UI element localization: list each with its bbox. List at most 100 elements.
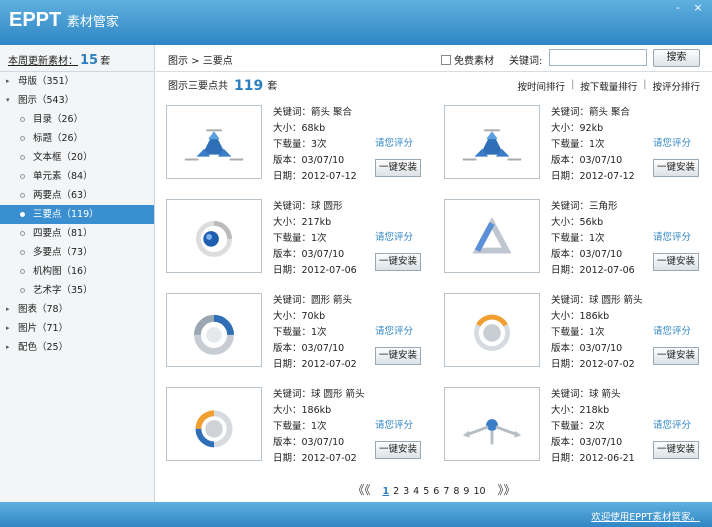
- card-downloads: 下载量：1次: [273, 421, 327, 432]
- thumbnail-image[interactable]: [444, 387, 540, 461]
- card-keywords: 关键词：球 箭头: [551, 389, 621, 400]
- sidebar-item[interactable]: 目录（26）: [0, 110, 154, 129]
- weekly-update-unit: 套: [100, 56, 111, 67]
- thumbnail-image[interactable]: [166, 105, 262, 179]
- card-version: 版本：03/07/10: [273, 343, 345, 354]
- material-card: 关键词：球 圆形 大小：217kb 下载量：1次 版本：03/07/10 日期：2012…: [166, 199, 436, 279]
- rate-link[interactable]: 请您评分: [375, 229, 413, 243]
- prev-page-button[interactable]: 《《: [352, 483, 370, 497]
- card-size: 大小：186kb: [551, 311, 610, 322]
- install-button[interactable]: 一键安装: [375, 441, 421, 459]
- install-button[interactable]: 一键安装: [375, 347, 421, 365]
- rate-link[interactable]: 请您评分: [375, 135, 413, 149]
- install-button[interactable]: 一键安装: [375, 159, 421, 177]
- collapsed-arrow-icon[interactable]: ▸: [6, 338, 10, 357]
- breadcrumb: 图示 > 三要点: [168, 56, 233, 67]
- rate-link[interactable]: 请您评分: [653, 135, 691, 149]
- rate-link[interactable]: 请您评分: [375, 323, 413, 337]
- thumbnail-image[interactable]: [166, 199, 262, 273]
- collapsed-arrow-icon[interactable]: ▸: [6, 300, 10, 319]
- keyword-label: 关键词:: [509, 56, 543, 67]
- thumbnail-image[interactable]: [166, 387, 262, 461]
- result-count: 119: [234, 78, 264, 94]
- page-link[interactable]: 9: [463, 486, 469, 497]
- sidebar-item[interactable]: ▸ 图表（78）: [0, 300, 154, 319]
- collapsed-arrow-icon[interactable]: ▸: [6, 72, 10, 91]
- sort-by-downloads[interactable]: 按下载量排行: [580, 79, 637, 93]
- page-link[interactable]: 4: [413, 486, 419, 497]
- sidebar-item[interactable]: ▸ 配色（25）: [0, 338, 154, 357]
- page-link[interactable]: 1: [382, 486, 389, 497]
- page-link[interactable]: 3: [403, 486, 409, 497]
- sidebar-item[interactable]: 标题（26）: [0, 129, 154, 148]
- sidebar-item[interactable]: 单元素（84）: [0, 167, 154, 186]
- free-filter[interactable]: 免费素材: [441, 52, 494, 67]
- page-link[interactable]: 10: [473, 486, 485, 497]
- close-button[interactable]: ×: [688, 0, 708, 16]
- install-button[interactable]: 一键安装: [653, 253, 699, 271]
- sidebar-item[interactable]: ▾ 图示（543）: [0, 91, 154, 110]
- card-keywords: 关键词：球 圆形 箭头: [551, 295, 643, 306]
- summary-prefix: 图示三要点共: [168, 81, 228, 92]
- page-link[interactable]: 2: [393, 486, 399, 497]
- weekly-update-link[interactable]: 本周更新素材：: [8, 56, 78, 67]
- sidebar-item-label: 母版（351）: [18, 76, 75, 87]
- install-button[interactable]: 一键安装: [653, 159, 699, 177]
- sidebar: 本周更新素材： 15 套 ▸ 母版（351） ▾ 图示（543） 目录（26） 标题（26） 文…: [0, 45, 155, 502]
- sidebar-item[interactable]: 机构图（16）: [0, 262, 154, 281]
- sidebar-item[interactable]: 艺术字（35）: [0, 281, 154, 300]
- app-title: EPPT 素材管家: [9, 9, 119, 31]
- page-link[interactable]: 7: [443, 486, 449, 497]
- bullet-icon: [20, 136, 25, 141]
- install-button[interactable]: 一键安装: [653, 441, 699, 459]
- free-checkbox[interactable]: [441, 54, 451, 65]
- sidebar-item-label: 目录（26）: [33, 114, 84, 125]
- bullet-icon: [20, 231, 25, 236]
- page-link[interactable]: 6: [433, 486, 439, 497]
- sort-by-time[interactable]: 按时间排行: [518, 79, 566, 93]
- sidebar-item[interactable]: 四要点（81）: [0, 224, 154, 243]
- card-info: 关键词：三角形 大小：56kb 下载量：1次 版本：03/07/10 日期：2012-0…: [551, 199, 635, 279]
- install-button[interactable]: 一键安装: [375, 253, 421, 271]
- card-version: 版本：03/07/10: [273, 155, 345, 166]
- welcome-link[interactable]: 欢迎使用EPPT素材管家。: [591, 509, 700, 523]
- material-card: 关键词：圆形 箭头 大小：70kb 下载量：1次 版本：03/07/10 日期：2012…: [166, 293, 436, 373]
- rate-link[interactable]: 请您评分: [653, 323, 691, 337]
- sidebar-item-label: 图表（78）: [18, 304, 69, 315]
- title-bar: EPPT 素材管家 - ×: [0, 0, 712, 45]
- page-link[interactable]: 5: [423, 486, 429, 497]
- thumbnail-image[interactable]: [444, 105, 540, 179]
- expanded-arrow-icon[interactable]: ▾: [6, 91, 10, 110]
- category-tree: ▸ 母版（351） ▾ 图示（543） 目录（26） 标题（26） 文本框（20） 单元素（8…: [0, 72, 154, 357]
- rate-link[interactable]: 请您评分: [653, 229, 691, 243]
- sidebar-item[interactable]: 两要点（63）: [0, 186, 154, 205]
- install-button[interactable]: 一键安装: [653, 347, 699, 365]
- card-info: 关键词：球 箭头 大小：218kb 下载量：2次 版本：03/07/10 日期：2012…: [551, 387, 635, 467]
- sidebar-item[interactable]: 文本框（20）: [0, 148, 154, 167]
- rate-link[interactable]: 请您评分: [375, 417, 413, 431]
- card-downloads: 下载量：1次: [551, 327, 605, 338]
- thumbnail-image[interactable]: [444, 199, 540, 273]
- card-info: 关键词：箭头 聚合 大小：68kb 下载量：3次 版本：03/07/10 日期：2012…: [273, 105, 357, 185]
- sidebar-item[interactable]: ▸ 母版（351）: [0, 72, 154, 91]
- keyword-input[interactable]: [549, 49, 647, 66]
- bullet-icon: [20, 193, 25, 198]
- material-card: 关键词：球 圆形 箭头 大小：186kb 下载量：1次 版本：03/07/10 日期：2…: [166, 387, 436, 467]
- search-button[interactable]: 搜索: [653, 49, 700, 67]
- card-size: 大小：68kb: [273, 123, 326, 134]
- sort-by-rating[interactable]: 按评分排行: [652, 79, 700, 93]
- sidebar-item[interactable]: ▸ 图片（71）: [0, 319, 154, 338]
- next-page-button[interactable]: 》》: [498, 483, 516, 497]
- page-link[interactable]: 8: [453, 486, 459, 497]
- rate-link[interactable]: 请您评分: [653, 417, 691, 431]
- card-version: 版本：03/07/10: [551, 343, 623, 354]
- material-card: 关键词：三角形 大小：56kb 下载量：1次 版本：03/07/10 日期：2012-0…: [444, 199, 712, 279]
- bullet-icon: [20, 269, 25, 274]
- sidebar-item[interactable]: 多要点（73）: [0, 243, 154, 262]
- thumbnail-image[interactable]: [444, 293, 540, 367]
- card-downloads: 下载量：1次: [551, 139, 605, 150]
- minimize-button[interactable]: -: [668, 0, 688, 16]
- sidebar-item[interactable]: 三要点（119）: [0, 205, 154, 224]
- thumbnail-image[interactable]: [166, 293, 262, 367]
- collapsed-arrow-icon[interactable]: ▸: [6, 319, 10, 338]
